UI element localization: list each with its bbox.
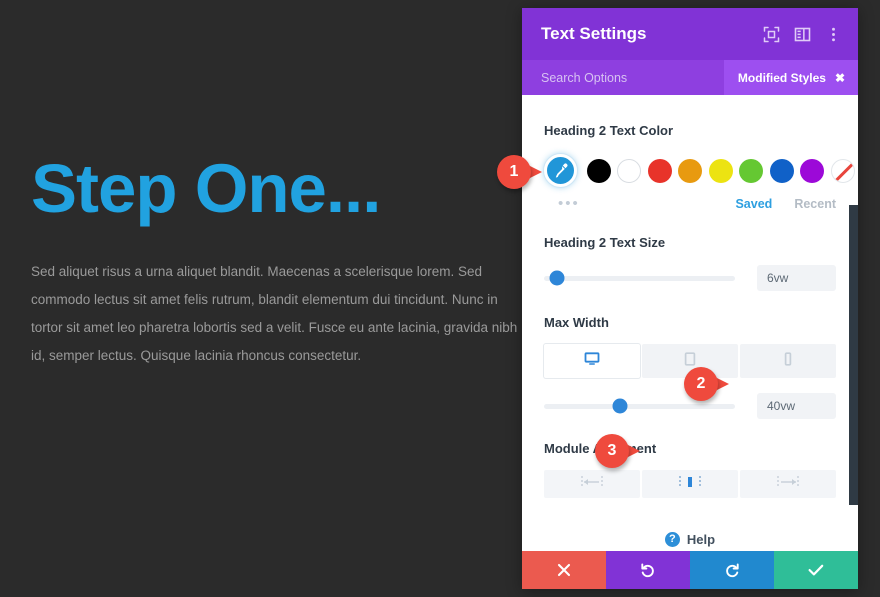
max-width-value-box[interactable]: 40vw (757, 393, 836, 419)
swatch-green[interactable] (739, 158, 763, 183)
undo-icon (640, 562, 656, 578)
section-text-color: Heading 2 Text Color ••• Saved Recent (544, 95, 855, 211)
modified-styles-badge[interactable]: Modified Styles ✖ (723, 60, 858, 95)
content-area: Step One... Sed aliquet risus a urna ali… (0, 0, 522, 597)
color-meta-row: ••• Saved Recent (544, 196, 836, 211)
align-center-button[interactable] (642, 470, 738, 498)
swatch-blue[interactable] (769, 158, 794, 183)
tablet-icon (682, 351, 698, 372)
page-title: Text Settings (541, 24, 647, 43)
eyedropper-icon[interactable] (544, 154, 577, 187)
panel-header: Text Settings (522, 8, 858, 60)
text-size-value: 6vw (767, 271, 789, 285)
text-size-value-box[interactable]: 6vw (757, 265, 836, 291)
swatch-red[interactable] (647, 158, 672, 183)
section-max-width: Max Width 40vw (544, 291, 836, 419)
text-size-slider-thumb[interactable] (549, 270, 565, 286)
text-settings-panel: Text Settings Search Options Modified St… (522, 8, 858, 589)
page-heading: Step One... (31, 150, 381, 227)
max-width-slider-row: 40vw (544, 393, 836, 419)
tablet-tab[interactable] (642, 344, 738, 378)
panel-scrollbar[interactable] (849, 95, 858, 551)
panel-footer (522, 551, 858, 589)
expand-icon[interactable] (763, 26, 780, 43)
max-width-value: 40vw (767, 399, 796, 413)
check-icon (808, 563, 824, 577)
header-icon-group (763, 26, 842, 43)
save-button[interactable] (774, 551, 858, 589)
align-left-button[interactable] (544, 470, 640, 498)
help-row[interactable]: ? Help (544, 532, 836, 547)
search-input[interactable] (541, 70, 724, 85)
close-icon (557, 563, 571, 577)
swatch-orange[interactable] (678, 158, 702, 183)
color-swatch-row (544, 154, 855, 187)
tab-recent[interactable]: Recent (794, 197, 836, 211)
more-options-icon[interactable] (825, 26, 842, 43)
layout-toggle-icon[interactable] (794, 26, 811, 43)
swatch-purple[interactable] (800, 158, 824, 183)
panel-body: Heading 2 Text Color ••• Saved Recent He… (522, 95, 858, 551)
panel-search-bar: Modified Styles ✖ (522, 60, 858, 95)
swatch-yellow[interactable] (708, 158, 733, 183)
more-colors-icon[interactable]: ••• (544, 196, 713, 211)
module-alignment-label: Module Alignment (544, 441, 657, 456)
swatch-white[interactable] (617, 158, 641, 183)
section-module-alignment: Module Alignment (544, 419, 836, 498)
phone-tab[interactable] (740, 344, 836, 378)
desktop-icon (584, 351, 600, 372)
max-width-slider-thumb[interactable] (612, 398, 628, 414)
modified-styles-label: Modified Styles (737, 70, 826, 85)
panel-scrollbar-thumb[interactable] (849, 205, 858, 505)
tab-saved[interactable]: Saved (735, 197, 772, 211)
text-size-slider[interactable] (544, 270, 735, 286)
max-width-slider[interactable] (544, 398, 735, 414)
redo-button[interactable] (690, 551, 774, 589)
cancel-button[interactable] (522, 551, 606, 589)
max-width-label: Max Width (544, 315, 609, 330)
close-icon[interactable]: ✖ (835, 72, 845, 84)
align-right-icon (776, 475, 800, 494)
desktop-tab[interactable] (544, 344, 640, 378)
align-left-icon (580, 475, 604, 494)
undo-button[interactable] (606, 551, 690, 589)
help-icon: ? (664, 532, 680, 547)
align-right-button[interactable] (740, 470, 836, 498)
text-size-label: Heading 2 Text Size (544, 235, 666, 250)
device-selector-row (544, 344, 836, 378)
phone-icon (780, 351, 796, 372)
swatch-black[interactable] (586, 158, 611, 183)
page-body-text: Sed aliquet risus a urna aliquet blandit… (31, 264, 518, 364)
redo-icon (724, 562, 740, 578)
page-canvas: Step One... Sed aliquet risus a urna ali… (0, 0, 880, 597)
align-center-icon (678, 475, 702, 494)
text-color-label: Heading 2 Text Color (544, 123, 674, 138)
help-label[interactable]: Help (687, 532, 715, 547)
alignment-selector-row (544, 470, 836, 498)
section-text-size: Heading 2 Text Size 6vw (544, 211, 836, 291)
text-size-slider-row: 6vw (544, 265, 836, 291)
